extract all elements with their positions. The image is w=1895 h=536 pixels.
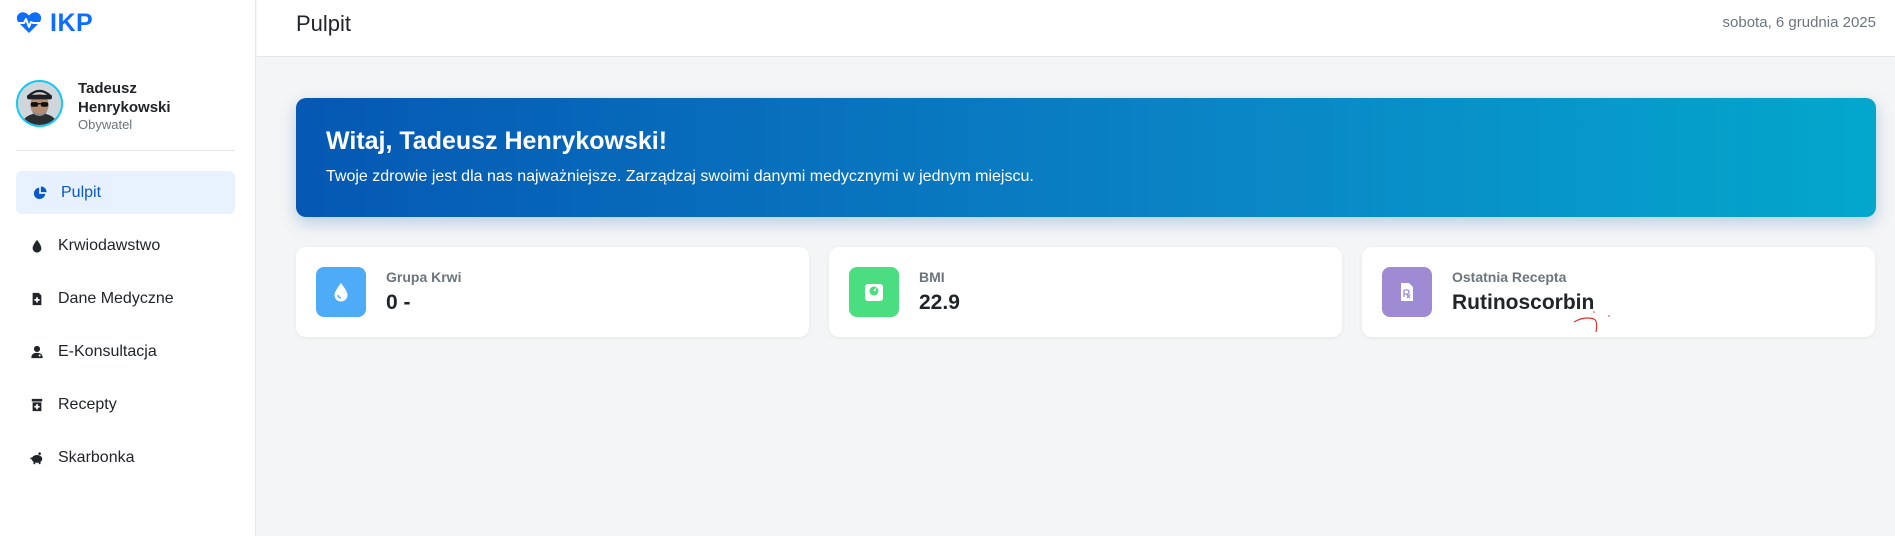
file-prescription-icon (1401, 283, 1413, 301)
brand-name: IKP (50, 8, 94, 37)
card-value: 22.9 (919, 291, 960, 314)
sidebar-item-label: Krwiodawstwo (58, 236, 161, 254)
red-scribble (1573, 311, 1610, 333)
avatar (16, 80, 63, 127)
welcome-title: Witaj, Tadeusz Henrykowski! (326, 127, 668, 155)
card-label: Ostatnia Recepta (1452, 269, 1567, 285)
sidebar: IKP Tadeusz Henrykowski Obywatel Pulpit … (0, 0, 256, 536)
sidebar-divider (16, 150, 235, 151)
card-icon-box (316, 267, 366, 317)
sidebar-item-label: Recepty (58, 395, 117, 413)
page-title: Pulpit (296, 11, 352, 36)
card-icon-box (849, 267, 899, 317)
droplet-icon (334, 283, 348, 302)
droplet-icon (29, 238, 45, 254)
sidebar-item-label: Pulpit (61, 183, 102, 201)
user-doctor-icon (29, 344, 45, 360)
heart-pulse-icon (16, 12, 42, 34)
card-value: 0 - (386, 291, 411, 314)
card-bmi[interactable]: BMI 22.9 (829, 247, 1342, 337)
sidebar-item-krwiodawstwo[interactable]: Krwiodawstwo (16, 224, 235, 267)
weight-scale-icon (865, 284, 883, 301)
welcome-text: Twoje zdrowie jest dla nas najważniejsze… (326, 168, 1034, 185)
brand-logo[interactable]: IKP (16, 8, 93, 38)
file-medical-icon (29, 291, 45, 307)
user-name: Tadeusz Henrykowski (78, 80, 171, 116)
sidebar-item-e-konsultacja[interactable]: E-Konsultacja (16, 330, 235, 373)
user-profile[interactable]: Tadeusz Henrykowski Obywatel (16, 79, 235, 133)
sidebar-item-dane-medyczne[interactable]: Dane Medyczne (16, 277, 235, 320)
sidebar-item-label: Skarbonka (58, 448, 135, 466)
sidebar-item-skarbonka[interactable]: Skarbonka (16, 436, 235, 479)
card-icon-box (1382, 267, 1432, 317)
current-date: sobota, 6 grudnia 2025 (1722, 14, 1876, 31)
welcome-banner: Witaj, Tadeusz Henrykowski! Twoje zdrowi… (296, 98, 1876, 217)
top-bar: Pulpit sobota, 6 grudnia 2025 (257, 0, 1895, 57)
sidebar-item-label: E-Konsultacja (58, 342, 157, 360)
piggy-bank-icon (29, 450, 45, 466)
card-label: BMI (919, 269, 945, 285)
card-label: Grupa Krwi (386, 269, 462, 285)
user-role: Obywatel (78, 117, 133, 132)
card-last-prescription[interactable]: Ostatnia Recepta Rutinoscorbin (1362, 247, 1875, 337)
prescription-bottle-icon (29, 397, 45, 413)
chart-pie-icon (32, 185, 48, 201)
card-blood-group[interactable]: Grupa Krwi 0 - (296, 247, 809, 337)
sidebar-item-recepty[interactable]: Recepty (16, 383, 235, 426)
sidebar-item-pulpit[interactable]: Pulpit (16, 171, 235, 214)
sidebar-nav: Pulpit Krwiodawstwo Dane Medyczne E-Kons… (16, 171, 235, 489)
profile-info: Tadeusz Henrykowski Obywatel (78, 79, 198, 133)
sidebar-item-label: Dane Medyczne (58, 289, 174, 307)
